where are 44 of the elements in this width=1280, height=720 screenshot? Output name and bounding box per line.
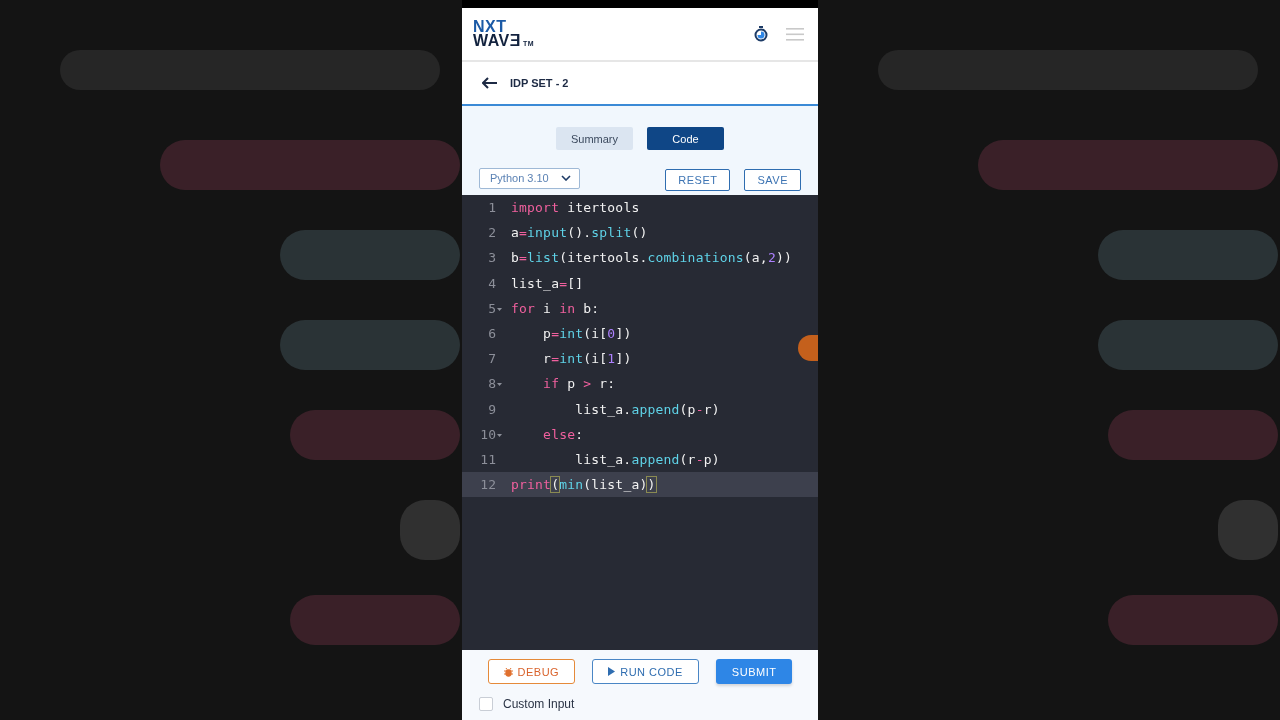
submit-button[interactable]: SUBMIT [715,659,793,684]
run-code-button[interactable]: RUN CODE [592,659,699,684]
line-number: 1 [487,200,496,216]
code-editor[interactable] [462,195,818,650]
save-button[interactable]: SAVE [744,169,801,191]
language-dropdown[interactable]: Python 3.10 [479,167,580,189]
line-number: 10 [479,426,496,442]
code-line: p=int(i[0]) [542,326,632,342]
line-number: 7 [487,351,496,367]
fold-caret-icon[interactable] [497,307,502,311]
code-line: import itertools [511,200,640,216]
line-number: 5 [487,300,496,316]
fold-caret-icon[interactable] [497,383,502,387]
fold-caret-icon[interactable] [497,433,502,437]
code-line: list_a=[] [511,275,584,291]
line-number: 11 [479,451,496,467]
play-icon [608,667,616,676]
code-line: else: [542,426,584,442]
tab[interactable]: Summary [556,127,633,150]
code-line: r=int(i[1]) [542,351,632,367]
line-number: 8 [487,376,496,392]
code-line: for i in b: [511,300,600,316]
code-line: print(min(list_a)) [511,477,656,493]
debug-button[interactable]: DEBUG [487,659,576,684]
line-number: 9 [487,401,496,417]
chevron-down-icon [561,175,571,181]
checkbox-label: Custom Input [503,697,575,711]
line-number: 3 [487,250,496,266]
checkbox[interactable] [479,697,493,711]
code-line: a=input().split() [511,225,648,241]
code-line: list_a.append(p-r) [574,401,720,417]
stopwatch-icon[interactable] [754,26,768,42]
reset-button[interactable]: RESET [665,169,731,191]
line-number: 12 [479,477,496,493]
line-number: 6 [487,326,496,342]
bug-icon [503,666,513,677]
line-number: 4 [487,275,496,291]
code-line: b=list(itertools.combinations(a,2)) [511,250,792,266]
code-line: if p > r: [542,376,616,392]
back-arrow-icon[interactable] [482,77,498,89]
tab[interactable]: Code [647,127,724,150]
line-number: 2 [487,225,496,241]
code-line: list_a.append(r-p) [574,451,720,467]
page-title: IDP SET - 2 [510,77,569,89]
